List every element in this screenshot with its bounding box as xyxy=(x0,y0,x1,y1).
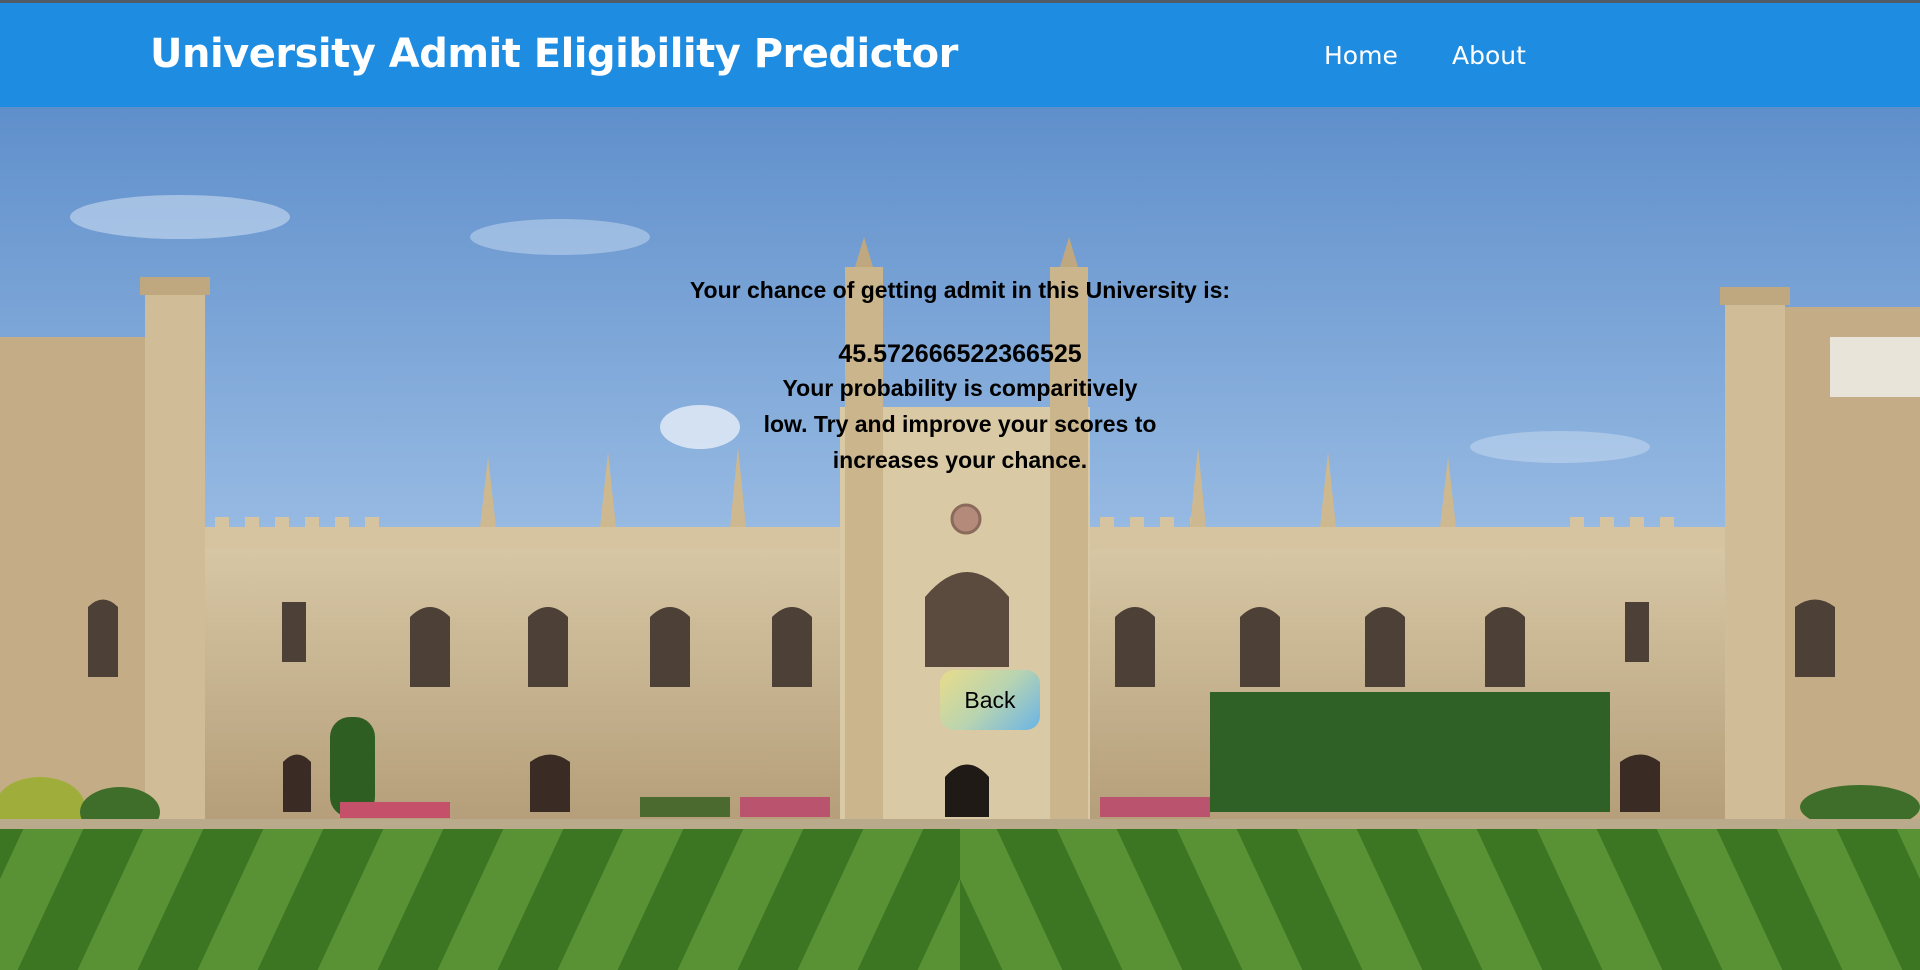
nav-home-link[interactable]: Home xyxy=(1324,41,1398,70)
result-heading: Your chance of getting admit in this Uni… xyxy=(689,277,1231,303)
background-image xyxy=(0,107,1920,970)
university-courtyard-photo xyxy=(0,107,1920,970)
app-title[interactable]: University Admit Eligibility Predictor xyxy=(150,31,958,77)
back-button[interactable]: Back xyxy=(940,670,1040,730)
nav-about-link[interactable]: About xyxy=(1452,41,1526,70)
navbar: University Admit Eligibility Predictor H… xyxy=(0,0,1920,107)
page: University Admit Eligibility Predictor H… xyxy=(0,0,1920,970)
result-message: Your probability is comparitively low. T… xyxy=(763,375,1157,473)
admit-probability-value: 45.572666522366525 xyxy=(838,340,1082,368)
